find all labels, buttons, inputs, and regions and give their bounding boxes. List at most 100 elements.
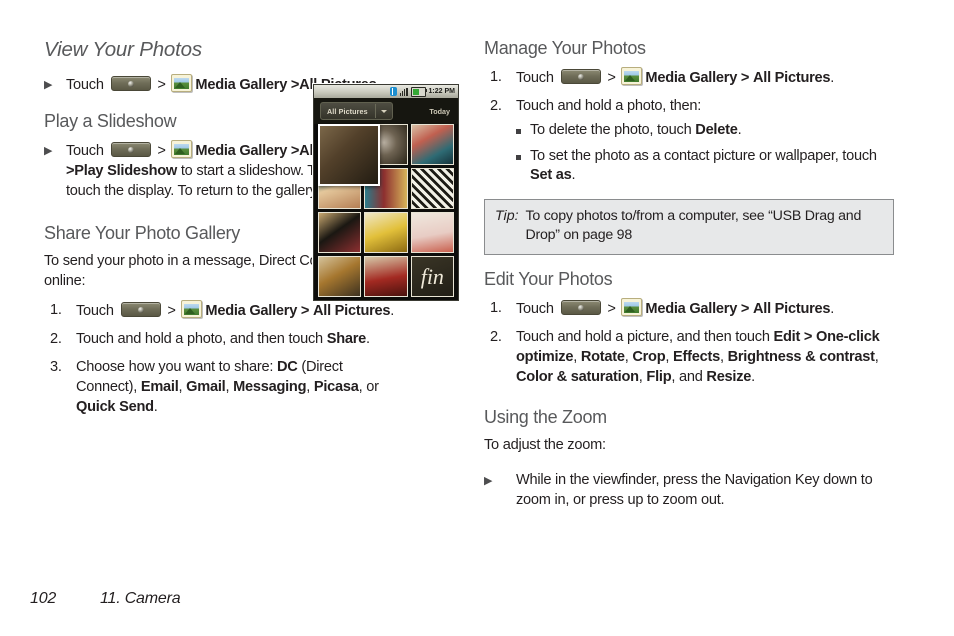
comma: , xyxy=(638,369,643,385)
comma: , xyxy=(573,349,577,365)
comma: , xyxy=(178,379,183,395)
comma: , xyxy=(306,379,311,395)
dropdown-divider xyxy=(374,104,376,118)
and-text: , and xyxy=(671,369,703,385)
path-separator: > xyxy=(167,303,176,319)
gallery-header: All Pictures Today xyxy=(314,98,458,124)
bluetooth-icon xyxy=(389,87,397,96)
page-footer: 102 11. Camera xyxy=(30,590,181,608)
status-time: 1:22 PM xyxy=(428,88,455,95)
camera-key-icon xyxy=(560,69,601,84)
path-separator: > xyxy=(607,301,616,317)
thumbnail-warm-blur[interactable] xyxy=(318,256,362,297)
dc-label: DC xyxy=(277,359,298,375)
media-gallery-icon xyxy=(171,140,193,158)
tip-box: Tip: To copy photos to/from a computer, … xyxy=(484,199,894,255)
period: . xyxy=(390,303,395,319)
touch-label: Touch xyxy=(516,301,554,317)
touch-label: Touch xyxy=(66,143,104,159)
media-gallery-icon xyxy=(621,298,643,316)
period: . xyxy=(830,70,835,86)
all-pictures-dropdown[interactable]: All Pictures xyxy=(320,102,393,120)
thumbnail-black-white-art[interactable] xyxy=(410,168,454,209)
list-item: Touch > Media Gallery > All Pictures. xyxy=(484,67,894,88)
period: . xyxy=(737,122,742,138)
tip-text: To copy photos to/from a computer, see “… xyxy=(525,208,862,243)
step-text: Touch and hold a photo, and then touch xyxy=(76,331,323,347)
thumbnail-feathered-hair[interactable] xyxy=(318,212,362,253)
comma: , xyxy=(719,349,724,365)
thumbnail-red-dress[interactable] xyxy=(364,256,408,297)
page-title: View Your Photos xyxy=(44,38,202,61)
triangle-bullet-icon: ▶ xyxy=(44,79,53,91)
thumbnail-red-flower[interactable] xyxy=(410,124,454,165)
thumbnail-fin-logo[interactable]: fin xyxy=(410,256,454,297)
edit-label: Edit xyxy=(773,329,801,345)
chevron-down-icon xyxy=(380,109,387,113)
share-steps-list: Touch > Media Gallery > All Pictures. To… xyxy=(44,300,456,417)
period: . xyxy=(751,369,755,385)
step-text: Choose how you want to share: xyxy=(76,359,274,375)
step-text: Touch and hold a picture, and then touch xyxy=(516,329,770,345)
path-separator-2: > xyxy=(300,303,310,319)
share-label: Share xyxy=(326,331,367,347)
period: . xyxy=(571,167,576,183)
period: . xyxy=(366,331,370,347)
media-gallery-icon xyxy=(621,67,643,85)
all-pictures-label: All Pictures xyxy=(312,303,391,319)
effects-label: Effects xyxy=(673,349,720,365)
edit-steps-list: Touch > Media Gallery > All Pictures. To… xyxy=(484,298,894,387)
manage-steps-list: Touch > Media Gallery > All Pictures. To… xyxy=(484,67,894,185)
picasa-label: Picasa xyxy=(313,379,359,395)
quick-send-label: Quick Send xyxy=(76,399,154,415)
phone-screenshot: 1:22 PM All Pictures Today fin xyxy=(313,84,459,301)
camera-key-icon xyxy=(120,302,161,317)
step-text: Touch and hold a photo, then: xyxy=(516,98,702,114)
delete-label: Delete xyxy=(695,122,738,138)
flip-label: Flip xyxy=(646,369,672,385)
triangle-bullet-icon: ▶ xyxy=(484,474,493,487)
all-pictures-label: All Pictures xyxy=(752,301,831,317)
all-pictures-label: All Pictures xyxy=(752,70,831,86)
substep-text: To delete the photo, touch xyxy=(530,122,692,138)
path-separator-2: > xyxy=(740,70,750,86)
camera-key-icon xyxy=(110,76,151,91)
selected-thumbnail-overlay[interactable] xyxy=(318,124,380,186)
zoom-step: ▶ While in the viewfinder, press the Nav… xyxy=(484,470,894,510)
path-separator-2: > xyxy=(740,301,750,317)
list-item: Choose how you want to share: DC (Direct… xyxy=(44,357,406,417)
heading-manage-photos: Manage Your Photos xyxy=(484,38,646,58)
media-gallery-label: Media Gallery xyxy=(645,70,738,86)
crop-label: Crop xyxy=(632,349,666,365)
camera-key-icon xyxy=(560,300,601,315)
media-gallery-icon xyxy=(181,300,203,318)
fin-logo-label: fin xyxy=(420,263,444,289)
brightness-contrast-label: Brightness & contrast xyxy=(727,349,875,365)
camera-key-icon xyxy=(110,142,151,157)
manual-page: View Your Photos ▶ Touch > Media Gallery… xyxy=(0,0,954,636)
touch-label: Touch xyxy=(516,70,554,86)
footer-page-number: 102 xyxy=(30,590,57,607)
comma: , xyxy=(874,349,879,365)
resize-label: Resize xyxy=(706,369,752,385)
media-gallery-label: Media Gallery xyxy=(195,77,288,93)
touch-label: Touch xyxy=(76,303,114,319)
list-item: Touch > Media Gallery > All Pictures. xyxy=(44,300,456,321)
right-column: Manage Your Photos Touch > Media Gallery… xyxy=(484,38,894,514)
list-item: Touch and hold a photo, and then touch S… xyxy=(44,329,456,349)
heading-edit-photos: Edit Your Photos xyxy=(484,269,613,289)
thumbnail-yellow-figure[interactable] xyxy=(364,212,408,253)
path-separator: > xyxy=(803,329,813,345)
or-text: , or xyxy=(358,379,379,395)
email-label: Email xyxy=(140,379,179,395)
thumbnail-floral-dress[interactable] xyxy=(410,212,454,253)
list-item: To set the photo as a contact picture or… xyxy=(516,147,894,185)
list-item: To delete the photo, touch Delete. xyxy=(516,121,894,140)
thumbnail-grid: fin xyxy=(314,124,458,297)
gmail-label: Gmail xyxy=(186,379,226,395)
comma: , xyxy=(624,349,629,365)
triangle-bullet-icon: ▶ xyxy=(44,145,53,157)
comma: , xyxy=(665,349,670,365)
touch-label: Touch xyxy=(66,77,104,93)
path-separator-2: > xyxy=(290,77,300,93)
